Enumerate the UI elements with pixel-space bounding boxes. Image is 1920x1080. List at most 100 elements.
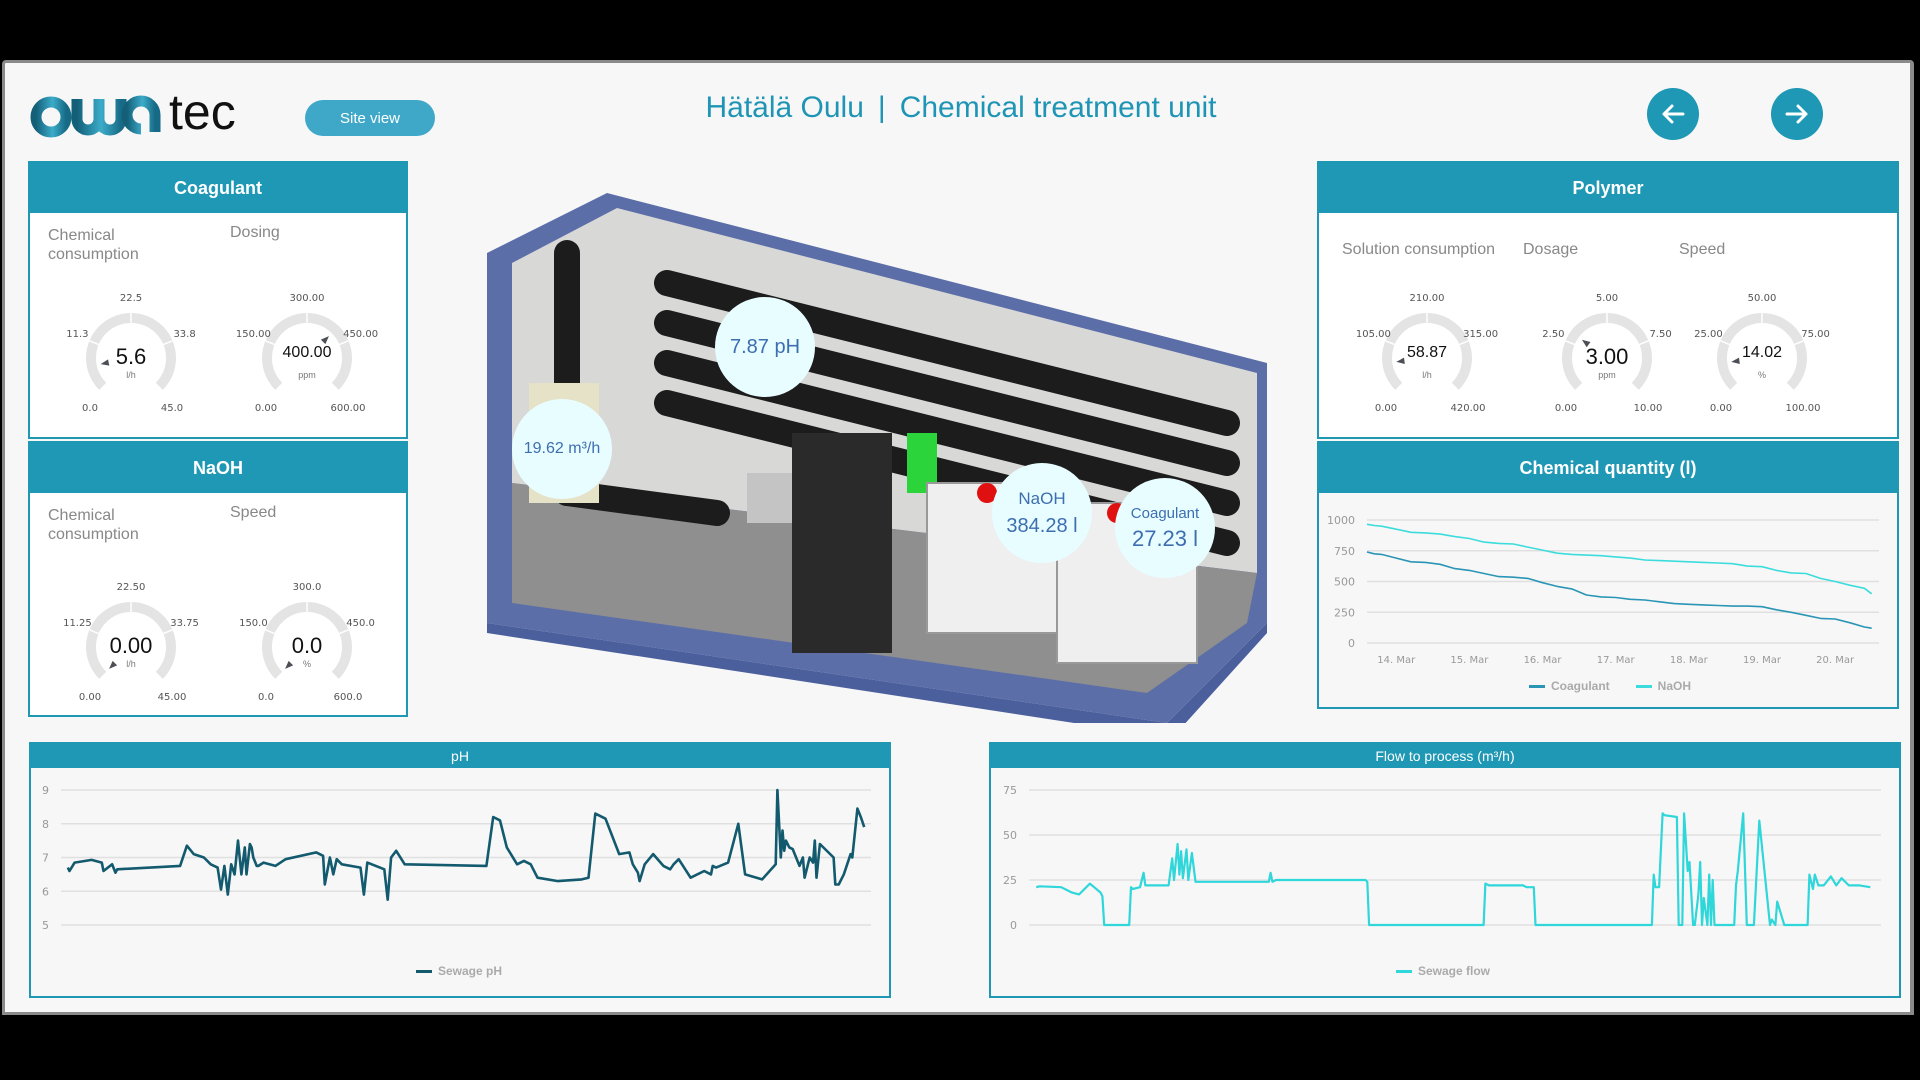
y-tick-label: 6 [42,885,49,898]
x-tick-label: 20. Mar [362,937,401,938]
gauge-tick-label: 150.0 [239,617,268,629]
legend-swatch-naoh [1635,684,1652,688]
y-tick-label: 1000 [1327,514,1355,527]
gauge-tick-label: 33.8 [173,328,196,340]
x-tick-label: 06:00 [571,937,600,938]
gauge-tick-label: 600.00 [330,403,366,414]
legend-label[interactable]: NaOH [1658,679,1691,693]
series-line-coagulant [1366,551,1872,629]
gauge-value: 0.0 [291,633,323,658]
legend-swatch-coagulant [1529,684,1545,688]
coagulant-panel-title: Coagulant [30,163,406,213]
chemical-quantity-panel: Chemical quantity (l) 0 250 500 750 1000 14. … [1317,441,1899,709]
x-tick-label: 15:00 [1029,937,1058,938]
gauge-tick-label: 600.0 [333,692,363,703]
x-tick-label: 19. Mar [1743,655,1782,663]
polymer-panel: Polymer Solution consumption Dosage Spee… [1317,161,1899,439]
gauge-tick-label: 450.0 [346,617,375,629]
gauge-tick-label: 300.0 [292,582,322,593]
polymer-panel-title: Polymer [1319,163,1897,213]
coagulant-bubble: Coagulant 27.23 l [1115,478,1215,578]
flow-chart: 0 25 50 75 15:00 18:00 21:00 20. Mar 03:00 06:00 0… [1003,784,1881,938]
gauge-unit: % [1757,370,1766,380]
naoh-value: 384.28 l [1006,514,1078,537]
y-tick-label: 75 [1003,784,1017,797]
gauge-tick-label: 0.00 [1554,403,1578,414]
gauge-label: Chemical consumption [48,227,139,263]
gauge-unit: % [302,659,311,669]
y-tick-label: 500 [1334,576,1355,589]
chemical-quantity-chart: 0 250 500 750 1000 14. Mar 15. Mar 16. Mar 17. M… [1327,514,1879,663]
legend-label[interactable]: Coagulant [1551,679,1610,693]
naoh-label: NaOH [1018,488,1066,508]
arrow-right-icon [1785,104,1808,124]
gauge-tick-label: 25.00 [1694,328,1723,340]
coagulant-label: Coagulant [1130,504,1200,522]
gauge-tick-label: 75.00 [1801,328,1830,340]
gauge-tick-label: 45.0 [160,403,184,414]
ph-value: 7.87 pH [729,335,801,358]
gauge-unit: ppm [1598,370,1616,380]
coagulant-panel: Coagulant Chemical consumption Dosing 0.… [28,161,408,439]
x-tick-label: 18. Mar [1670,655,1709,663]
x-tick-label: 03:00 [1458,937,1487,938]
series-line-sewage-flow [1035,812,1871,927]
y-tick-label: 8 [42,818,49,831]
gauge-tick-label: 33.75 [170,617,199,629]
ph-chart: 5 6 7 8 9 15:00 18:00 21:00 20. Mar 03:00 06:00 09:… [42,784,871,938]
x-tick-label: 09:00 [1673,937,1702,938]
x-tick-label: 12:00 [1781,937,1810,938]
coagulant-value: 27.23 l [1131,525,1199,551]
gauge-value: 5.6 [115,344,147,369]
naoh-panel: NaOH Chemical consumption Speed 0.00 11.2… [28,441,408,717]
gauge-value: 3.00 [1585,344,1629,369]
back-button[interactable] [1647,88,1699,140]
gauge-tick-label: 0.00 [1709,403,1733,414]
coagulant-dosing-gauge: 0.00 150.00 300.00 450.00 600.00 400.00 ppm [232,276,382,416]
gauge-tick-label: 150.00 [235,328,271,340]
gauge-unit: l/h [126,659,136,669]
gauge-tick-label: 300.00 [289,293,325,304]
gauge-label: Chemical consumption [48,507,139,543]
naoh-consumption-gauge: 0.00 11.25 22.50 33.75 45.00 0.00 l/h [56,565,206,705]
legend-label[interactable]: Sewage flow [1418,964,1490,978]
y-tick-label: 0 [1348,637,1355,650]
gauge-tick-label: 105.00 [1355,328,1391,340]
gauge-unit: l/h [1422,370,1432,380]
x-tick-label: 15:00 [60,937,89,938]
polymer-dosage-gauge: 0.00 2.50 5.00 7.50 10.00 3.00 ppm [1532,276,1682,416]
x-tick-label: 18:00 [162,937,191,938]
chart-legend: Sewage pH [416,964,502,978]
series-line-sewage-ph [66,788,866,901]
gauge-tick-label: 420.00 [1450,403,1486,414]
y-tick-label: 7 [42,852,49,865]
x-tick-label: 09:00 [673,937,702,938]
naoh-speed-gauge: 0.0 150.0 300.0 450.0 600.0 0.0% [232,565,382,705]
x-tick-label: 12:00 [775,937,804,938]
gauge-tick-label: 11.3 [66,328,89,340]
gauge-tick-label: 45.00 [157,692,187,703]
flow-value: 19.62 m³/h [523,440,601,457]
gauge-label: Solution consumption [1342,241,1495,258]
naoh-panel-title: NaOH [30,443,406,493]
gauge-unit: l/h [126,370,136,380]
legend-swatch-ph [416,969,432,973]
y-tick-label: 9 [42,784,49,797]
gauge-label: Speed [1679,241,1726,258]
forward-button[interactable] [1771,88,1823,140]
series-line-naoh [1366,523,1873,595]
gauge-label: Dosing [230,224,280,241]
x-tick-label: 16. Mar [1524,655,1563,663]
gauge-tick-label: 22.5 [119,293,143,304]
x-tick-label: 06:00 [1566,937,1595,938]
coagulant-consumption-gauge: 0.0 11.3 22.5 33.8 45.0 5.6 l/h [56,276,206,416]
y-tick-label: 25 [1003,874,1017,887]
flow-bubble: 19.62 m³/h [512,399,612,499]
flow-panel-title: Flow to process (m³/h) [991,744,1899,768]
gauge-value: 0.00 [109,633,153,658]
ph-panel: pH 5 6 7 8 9 15:00 18:00 21:00 20. Mar 03:00 06:00… [29,742,891,998]
naoh-bubble: NaOH 384.28 l [992,463,1092,563]
y-tick-label: 5 [42,919,49,932]
legend-label[interactable]: Sewage pH [438,964,502,978]
polymer-speed-gauge: 0.00 25.00 50.00 75.00 100.00 14.02% [1687,276,1837,416]
